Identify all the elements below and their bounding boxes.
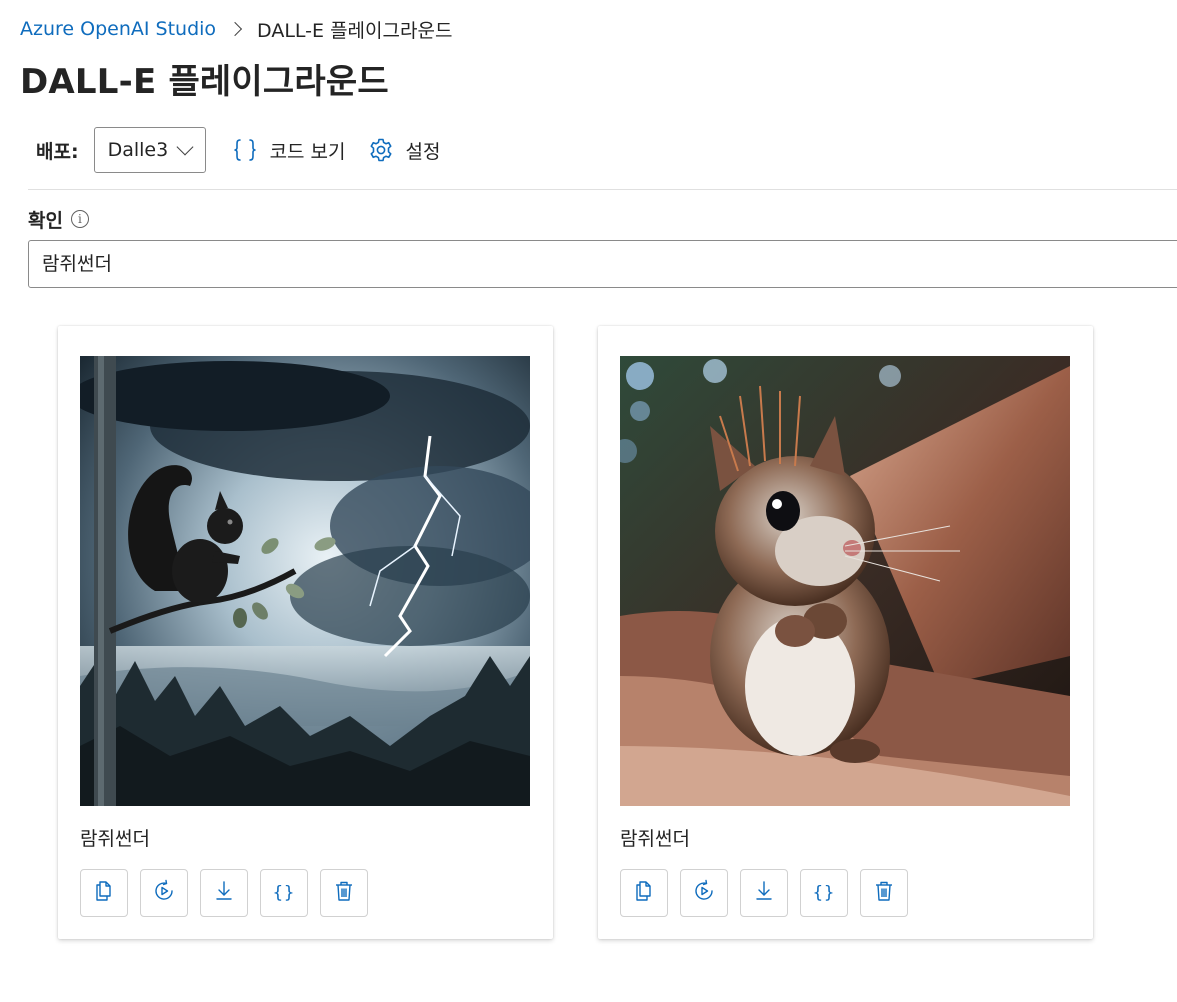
toolbar: 배포: Dalle3 코드 보기 설정 [36,126,441,174]
prompt-label: 확인 [28,209,63,232]
delete-icon [332,879,356,907]
prompt-label-row: 확인 i [28,205,89,233]
download-icon [752,879,776,907]
delete-icon [872,879,896,907]
view-code-card-button[interactable]: {} [800,869,848,917]
regenerate-icon [692,879,716,907]
info-icon[interactable]: i [70,210,89,228]
delete-button[interactable] [860,869,908,917]
image-caption: 람쥐썬더 [620,828,690,850]
page-title: DALL-E 플레이그라운드 [20,62,389,102]
view-code-card-button[interactable]: {} [260,869,308,917]
regenerate-button[interactable] [140,869,188,917]
code-icon: {} [812,883,836,903]
code-braces-icon [232,137,258,163]
copy-button[interactable] [80,869,128,917]
breadcrumb-link-studio[interactable]: Azure OpenAI Studio [20,18,216,40]
card-actions: {} [620,869,920,917]
view-code-label: 코드 보기 [269,140,346,163]
regenerate-icon [152,879,176,907]
deployment-label: 배포: [36,140,79,163]
gear-icon [368,137,394,163]
generated-image[interactable] [80,356,530,806]
download-button[interactable] [740,869,788,917]
prompt-input[interactable]: 람쥐썬더 [28,240,1177,288]
download-button[interactable] [200,869,248,917]
download-icon [212,879,236,907]
image-caption: 람쥐썬더 [80,828,150,850]
settings-label: 설정 [405,140,441,163]
copy-icon [632,879,656,907]
delete-button[interactable] [320,869,368,917]
view-code-button[interactable]: 코드 보기 [232,137,346,164]
code-icon: {} [272,883,296,903]
breadcrumb-current: DALL-E 플레이그라운드 [257,19,453,42]
copy-icon [92,879,116,907]
card-actions: {} [80,869,380,917]
generated-image[interactable] [620,356,1070,806]
chevron-right-icon [227,21,243,37]
breadcrumb: Azure OpenAI Studio DALL-E 플레이그라운드 [20,14,452,44]
chevron-down-icon [176,138,194,156]
regenerate-button[interactable] [680,869,728,917]
divider [28,189,1177,190]
deployment-select-value: Dalle3 [107,139,169,161]
deployment-select[interactable]: Dalle3 [93,127,206,173]
copy-button[interactable] [620,869,668,917]
settings-button[interactable]: 설정 [368,137,441,164]
result-card: 람쥐썬더 {} [58,326,553,939]
result-card: 람쥐썬더 {} [598,326,1093,939]
